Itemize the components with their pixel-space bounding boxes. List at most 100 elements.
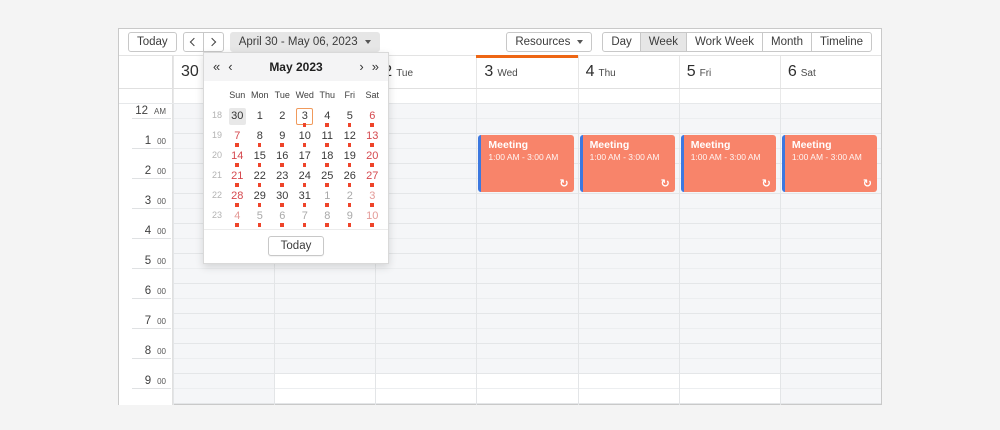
time-slot-cell[interactable] bbox=[679, 194, 780, 209]
time-slot-cell[interactable] bbox=[376, 389, 477, 404]
time-slot-cell[interactable] bbox=[477, 269, 578, 284]
time-slot-cell[interactable] bbox=[679, 104, 780, 119]
time-slot-cell[interactable] bbox=[679, 224, 780, 239]
time-slot-cell[interactable] bbox=[376, 299, 477, 314]
all-day-cell[interactable] bbox=[678, 89, 780, 103]
time-slot-cell[interactable] bbox=[679, 314, 780, 329]
date-cell[interactable]: 10 bbox=[294, 126, 317, 147]
time-slot-cell[interactable] bbox=[780, 269, 881, 284]
date-cell[interactable]: 18 bbox=[316, 146, 339, 167]
date-cell[interactable]: 13 bbox=[361, 126, 384, 147]
time-slot-cell[interactable] bbox=[780, 389, 881, 404]
time-slot-cell[interactable] bbox=[679, 269, 780, 284]
time-slot-cell[interactable] bbox=[679, 119, 780, 134]
date-cell[interactable]: 2 bbox=[271, 106, 294, 125]
time-slot-cell[interactable] bbox=[174, 299, 275, 314]
time-slot-cell[interactable] bbox=[780, 314, 881, 329]
time-slot-cell[interactable] bbox=[174, 359, 275, 374]
time-slot-cell[interactable] bbox=[376, 104, 477, 119]
day-header-cell[interactable]: 6 Sat bbox=[779, 56, 881, 88]
time-slot-cell[interactable] bbox=[780, 194, 881, 209]
view-tab-day[interactable]: Day bbox=[602, 32, 641, 52]
prev-month-icon[interactable]: ‹ bbox=[228, 53, 232, 81]
time-slot-cell[interactable] bbox=[780, 344, 881, 359]
resources-dropdown[interactable]: Resources bbox=[506, 32, 593, 52]
time-slot-cell[interactable] bbox=[578, 389, 679, 404]
view-tab-timeline[interactable]: Timeline bbox=[810, 32, 872, 52]
time-slot-cell[interactable] bbox=[376, 344, 477, 359]
time-slot-cell[interactable] bbox=[376, 329, 477, 344]
time-slot-cell[interactable] bbox=[275, 389, 376, 404]
time-slot-cell[interactable] bbox=[780, 239, 881, 254]
today-button[interactable]: Today bbox=[128, 32, 177, 52]
time-slot-cell[interactable] bbox=[477, 119, 578, 134]
time-slot-cell[interactable] bbox=[477, 389, 578, 404]
date-cell[interactable]: 3 bbox=[294, 106, 317, 127]
time-slot-cell[interactable] bbox=[780, 104, 881, 119]
date-cell[interactable]: 9 bbox=[339, 206, 362, 227]
date-cell[interactable]: 2 bbox=[339, 186, 362, 207]
date-cell[interactable]: 30 bbox=[226, 106, 249, 125]
event-chip[interactable]: Meeting 1:00 AM - 3:00 AM ↻ bbox=[579, 135, 675, 192]
time-slot-cell[interactable] bbox=[578, 104, 679, 119]
date-cell[interactable]: 19 bbox=[339, 146, 362, 167]
time-slot-cell[interactable] bbox=[376, 359, 477, 374]
time-slot-cell[interactable] bbox=[477, 329, 578, 344]
time-slot-cell[interactable] bbox=[376, 254, 477, 269]
all-day-cell[interactable] bbox=[779, 89, 881, 103]
time-slot-cell[interactable] bbox=[275, 269, 376, 284]
date-cell[interactable]: 14 bbox=[226, 146, 249, 167]
time-slot-cell[interactable] bbox=[174, 344, 275, 359]
time-slot-cell[interactable] bbox=[679, 239, 780, 254]
time-slot-cell[interactable] bbox=[376, 284, 477, 299]
time-slot-cell[interactable] bbox=[477, 254, 578, 269]
time-slot-cell[interactable] bbox=[174, 314, 275, 329]
time-slot-cell[interactable] bbox=[780, 299, 881, 314]
prev-year-icon[interactable]: « bbox=[213, 53, 220, 81]
time-slot-cell[interactable] bbox=[679, 359, 780, 374]
time-slot-cell[interactable] bbox=[578, 374, 679, 389]
time-slot-cell[interactable] bbox=[578, 314, 679, 329]
day-header-cell[interactable]: 2Tue bbox=[375, 56, 476, 88]
time-slot-cell[interactable] bbox=[578, 254, 679, 269]
all-day-cell[interactable] bbox=[375, 89, 476, 103]
date-cell[interactable]: 4 bbox=[316, 106, 339, 127]
day-header-cell[interactable]: 3 Wed bbox=[476, 55, 578, 88]
time-slot-cell[interactable] bbox=[376, 119, 477, 134]
time-slot-cell[interactable] bbox=[174, 374, 275, 389]
date-cell[interactable]: 26 bbox=[339, 166, 362, 187]
time-slot-cell[interactable] bbox=[174, 284, 275, 299]
time-slot-cell[interactable] bbox=[780, 359, 881, 374]
calendar-title[interactable]: May 2023 bbox=[241, 60, 352, 74]
time-slot-cell[interactable] bbox=[477, 224, 578, 239]
time-slot-cell[interactable] bbox=[376, 194, 477, 209]
time-slot-cell[interactable] bbox=[477, 194, 578, 209]
all-day-cell[interactable] bbox=[476, 89, 577, 103]
time-slot-cell[interactable] bbox=[780, 254, 881, 269]
event-chip[interactable]: Meeting 1:00 AM - 3:00 AM ↻ bbox=[781, 135, 877, 192]
date-cell[interactable]: 6 bbox=[361, 106, 384, 127]
date-cell[interactable]: 25 bbox=[316, 166, 339, 187]
date-cell[interactable]: 10 bbox=[361, 206, 384, 227]
time-slot-cell[interactable] bbox=[578, 344, 679, 359]
time-slot-cell[interactable] bbox=[780, 224, 881, 239]
date-cell[interactable]: 8 bbox=[249, 126, 272, 147]
time-slot-cell[interactable] bbox=[679, 254, 780, 269]
date-cell[interactable]: 30 bbox=[271, 186, 294, 207]
time-slot-cell[interactable] bbox=[477, 344, 578, 359]
date-cell[interactable]: 21 bbox=[226, 166, 249, 187]
time-slot-cell[interactable] bbox=[275, 374, 376, 389]
date-cell[interactable]: 7 bbox=[226, 126, 249, 147]
date-cell[interactable]: 31 bbox=[294, 186, 317, 207]
day-header-cell[interactable]: 5 Fri bbox=[678, 56, 780, 88]
time-slot-cell[interactable] bbox=[376, 134, 477, 149]
date-cell[interactable]: 9 bbox=[271, 126, 294, 147]
date-cell[interactable]: 5 bbox=[339, 106, 362, 127]
time-slot-cell[interactable] bbox=[376, 269, 477, 284]
view-tab-week[interactable]: Week bbox=[639, 32, 687, 52]
time-slot-cell[interactable] bbox=[477, 104, 578, 119]
time-slot-cell[interactable] bbox=[780, 284, 881, 299]
time-slot-cell[interactable] bbox=[275, 299, 376, 314]
date-cell[interactable]: 8 bbox=[316, 206, 339, 227]
time-slot-cell[interactable] bbox=[376, 374, 477, 389]
